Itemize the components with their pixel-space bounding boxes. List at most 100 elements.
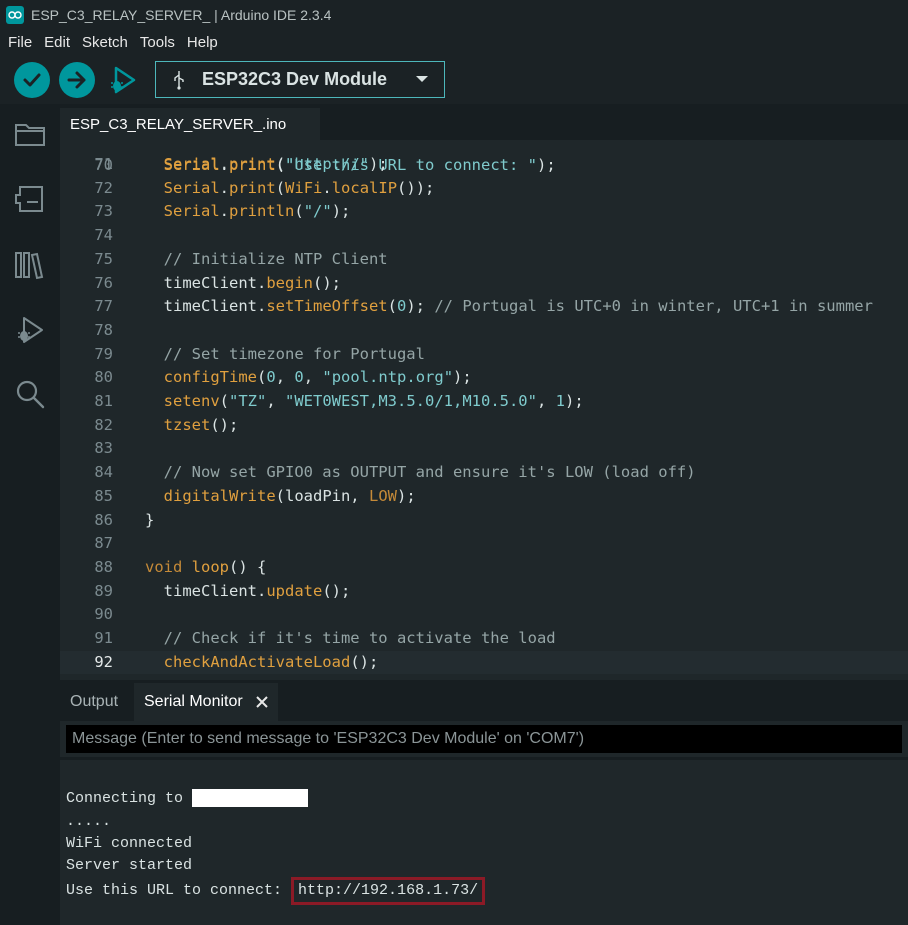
menu-sketch[interactable]: Sketch — [82, 34, 128, 51]
serial-message-input[interactable] — [66, 725, 902, 753]
code-line: 84 // Now set GPIO0 as OUTPUT and ensure… — [60, 461, 908, 485]
line-number: 76 — [94, 273, 113, 292]
line-number: 86 — [94, 510, 113, 529]
serial-line-dots: ..... — [66, 813, 112, 830]
line-number: 89 — [94, 581, 113, 600]
line-number: 90 — [94, 605, 113, 624]
code-text: Serial.println("/"); — [163, 202, 351, 221]
code-line: 74 — [60, 224, 908, 248]
line-number: 75 — [94, 249, 113, 268]
code-line: 88 void loop() { — [60, 556, 908, 580]
code-text: Serial.print(WiFi.localIP()); — [163, 178, 435, 197]
serial-line-wifi: WiFi connected — [66, 835, 193, 852]
window-title: ESP_C3_RELAY_SERVER_ | Arduino IDE 2.3.4 — [31, 7, 332, 23]
serial-message-bar — [60, 721, 908, 757]
code-text: checkAndActivateLoad(); — [163, 652, 379, 671]
code-line: 76 timeClient.begin(); — [60, 272, 908, 296]
line-number: 82 — [94, 415, 113, 434]
code-editor[interactable]: 70 Serial.print("Use this URL to connect… — [60, 140, 908, 680]
serial-line-connecting: Connecting to — [66, 788, 309, 810]
tab-serial-monitor[interactable]: Serial Monitor — [134, 683, 278, 721]
debug-button[interactable] — [104, 62, 140, 98]
line-number: 92 — [94, 652, 113, 671]
serial-output: Connecting to ..... WiFi connected Serve… — [60, 760, 908, 925]
line-number: 85 — [94, 486, 113, 505]
line-number: 88 — [94, 557, 113, 576]
menu-help[interactable]: Help — [187, 34, 218, 51]
usb-icon — [174, 70, 184, 90]
code-text: // Set timezone for Portugal — [163, 344, 425, 363]
code-line: 80 configTime(0, 0, "pool.ntp.org"); — [60, 366, 908, 390]
code-line: 89 timeClient.update(); — [60, 580, 908, 604]
code-line: 78 — [60, 319, 908, 343]
code-line: 83 — [60, 437, 908, 461]
code-text: digitalWrite(loadPin, LOW); — [163, 486, 416, 505]
code-text: tzset(); — [163, 415, 239, 434]
code-text: // Check if it's time to activate the lo… — [163, 629, 556, 647]
bottom-panel-tabs: Output Serial Monitor — [60, 683, 908, 721]
menu-edit[interactable]: Edit — [44, 34, 70, 51]
toolbar: ESP32C3 Dev Module — [0, 54, 908, 104]
editor-tab-bar: ESP_C3_RELAY_SERVER_.ino — [60, 104, 908, 140]
code-text: configTime(0, 0, "pool.ntp.org"); — [163, 368, 472, 387]
code-line: 77 timeClient.setTimeOffset(0); // Portu… — [60, 295, 908, 319]
tab-output[interactable]: Output — [70, 683, 118, 721]
redacted-ssid — [192, 789, 309, 808]
boards-manager-icon[interactable] — [12, 181, 48, 217]
line-number: 71 — [94, 155, 113, 173]
code-text: // Initialize NTP Client — [163, 249, 388, 268]
line-number: 84 — [94, 463, 113, 482]
code-line-partial: 70 Serial.print("Use this URL to connect… — [94, 155, 556, 174]
code-text: Serial.print("http://"); — [163, 155, 388, 173]
board-selector[interactable]: ESP32C3 Dev Module — [155, 61, 445, 98]
menu-bar: File Edit Sketch Tools Help — [0, 30, 908, 54]
line-number: 80 — [94, 368, 113, 387]
line-number: 81 — [94, 392, 113, 410]
code-line: 90 — [60, 603, 908, 627]
line-number: 77 — [94, 297, 113, 316]
code-line: 92 checkAndActivateLoad(); — [60, 650, 908, 675]
code-text: // Now set GPIO0 as OUTPUT and ensure it… — [163, 463, 696, 482]
code-text: } — [145, 510, 155, 529]
verify-button[interactable] — [14, 62, 50, 98]
code-line: 87 — [60, 532, 908, 556]
code-text: timeClient.begin(); — [145, 273, 341, 292]
arrow-right-icon — [67, 71, 86, 89]
serial-line-url: Use this URL to connect: http://192.168.… — [66, 877, 486, 905]
code-line: 71 Serial.print("http://"); — [60, 153, 908, 177]
code-text: timeClient.setTimeOffset(0); // Portugal… — [145, 297, 873, 316]
checkmark-icon — [23, 73, 41, 87]
arduino-logo-icon — [6, 6, 24, 24]
code-line: 79 // Set timezone for Portugal — [60, 343, 908, 367]
tab-sketch-file[interactable]: ESP_C3_RELAY_SERVER_.ino — [60, 108, 320, 140]
tab-label: ESP_C3_RELAY_SERVER_.ino — [70, 115, 287, 133]
code-line: 72 Serial.print(WiFi.localIP()); — [60, 177, 908, 201]
code-text: void loop() { — [145, 557, 267, 576]
line-number: 79 — [94, 344, 113, 363]
menu-file[interactable]: File — [8, 34, 32, 51]
line-number: 72 — [94, 178, 113, 197]
line-number: 91 — [94, 629, 113, 647]
menu-tools[interactable]: Tools — [140, 34, 175, 51]
code-line: 85 digitalWrite(loadPin, LOW); — [60, 485, 908, 509]
code-line: 86} — [60, 509, 908, 533]
code-text: setenv("TZ", "WET0WEST,M3.5.0/1,M10.5.0"… — [163, 392, 584, 410]
line-number: 73 — [94, 202, 113, 221]
sketchbook-folder-icon[interactable] — [12, 116, 48, 152]
url-highlight[interactable]: http://192.168.1.73/ — [291, 877, 486, 905]
serial-line-server: Server started — [66, 857, 193, 874]
library-manager-icon[interactable] — [12, 247, 48, 283]
code-text: timeClient.update(); — [145, 581, 351, 600]
debug-panel-icon[interactable] — [12, 312, 48, 348]
line-number: 74 — [94, 226, 113, 245]
search-icon[interactable] — [12, 376, 48, 412]
line-number: 83 — [94, 439, 113, 458]
line-number: 78 — [94, 320, 113, 339]
close-icon[interactable] — [256, 696, 268, 708]
upload-button[interactable] — [59, 62, 95, 98]
debug-icon — [111, 66, 136, 94]
code-line: 73 Serial.println("/"); — [60, 200, 908, 224]
code-line: 75 // Initialize NTP Client — [60, 248, 908, 272]
code-line: 82 tzset(); — [60, 414, 908, 438]
board-name: ESP32C3 Dev Module — [202, 69, 388, 89]
